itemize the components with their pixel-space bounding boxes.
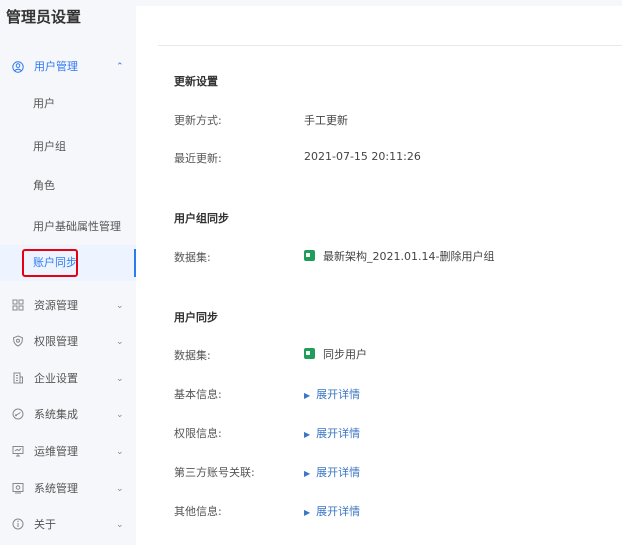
highlight-box	[22, 249, 78, 277]
third-party-label: 第三方账号关联:	[174, 466, 255, 479]
building-icon	[12, 361, 26, 397]
chevron-down-icon: ⌄	[116, 301, 124, 311]
sidebar-item-system-integration[interactable]: 系统集成 ⌄	[0, 397, 136, 433]
permission-info-expand-link[interactable]: ▶ 展开详情	[304, 425, 360, 441]
chevron-down-icon: ⌄	[116, 484, 124, 494]
sidebar-item-user-management[interactable]: 用户管理 ⌃	[0, 49, 136, 85]
sidebar-item-about[interactable]: 关于 ⌄	[0, 507, 136, 543]
integration-icon	[12, 397, 26, 433]
caret-right-icon: ▶	[304, 508, 311, 517]
sidebar-subitem-label: 用户组	[33, 140, 66, 153]
sidebar-item-permission-management[interactable]: 权限管理 ⌄	[0, 324, 136, 360]
caret-right-icon: ▶	[304, 391, 311, 400]
section-title-user-sync: 用户同步	[174, 311, 218, 324]
sidebar-item-label: 系统集成	[34, 408, 78, 421]
other-info-label: 其他信息:	[174, 505, 222, 518]
sidebar-item-label: 用户管理	[34, 60, 78, 73]
sidebar-item-label: 运维管理	[34, 445, 78, 458]
permission-info-label: 权限信息:	[174, 427, 222, 440]
group-dataset-value[interactable]: 最新架构_2021.01.14-删除用户组	[304, 248, 494, 264]
main-content: 更新设置 更新方式: 手工更新 最近更新: 2021-07-15 20:11:2…	[136, 0, 622, 545]
other-info-expand-link[interactable]: ▶ 展开详情	[304, 503, 360, 519]
basic-info-expand-link[interactable]: ▶ 展开详情	[304, 386, 360, 402]
expand-link-label: 展开详情	[316, 427, 361, 440]
monitor-icon	[12, 434, 26, 470]
expand-link-label: 展开详情	[316, 466, 361, 479]
chevron-down-icon: ⌄	[116, 520, 124, 530]
top-gutter	[136, 0, 622, 6]
sidebar-subitem-label: 用户基础属性管理	[33, 220, 121, 233]
update-method-label: 更新方式:	[174, 114, 222, 127]
last-update-value: 2021-07-15 20:11:26	[304, 150, 421, 163]
sidebar-title: 管理员设置	[6, 8, 82, 26]
caret-right-icon: ▶	[304, 469, 311, 478]
section-title-update-settings: 更新设置	[174, 75, 218, 88]
caret-right-icon: ▶	[304, 430, 311, 439]
info-icon	[12, 507, 26, 543]
expand-link-label: 展开详情	[316, 505, 361, 518]
dataset-icon	[304, 250, 315, 261]
last-update-label: 最近更新:	[174, 152, 222, 165]
sidebar-item-label: 关于	[34, 518, 56, 531]
sidebar-subitem-roles[interactable]: 角色	[0, 168, 136, 204]
sidebar-subitem-label: 用户	[33, 97, 55, 110]
group-dataset-name: 最新架构_2021.01.14-删除用户组	[323, 250, 495, 263]
grid-icon	[12, 288, 26, 324]
group-dataset-label: 数据集:	[174, 251, 211, 264]
chevron-down-icon: ⌄	[116, 447, 124, 457]
chevron-down-icon: ⌄	[116, 337, 124, 347]
section-title-group-sync: 用户组同步	[174, 212, 229, 225]
update-method-value: 手工更新	[304, 114, 348, 127]
sidebar-item-resource-management[interactable]: 资源管理 ⌄	[0, 288, 136, 324]
sidebar: 管理员设置 用户管理 ⌃ 用户 用户组 角色 用户基础属性管理 账户同步 资源管…	[0, 0, 136, 545]
divider	[158, 45, 622, 46]
third-party-expand-link[interactable]: ▶ 展开详情	[304, 464, 360, 480]
sidebar-item-label: 企业设置	[34, 372, 78, 385]
sidebar-subitem-user-attributes[interactable]: 用户基础属性管理	[0, 209, 136, 245]
sidebar-subitem-users[interactable]: 用户	[0, 86, 136, 122]
dataset-icon	[304, 348, 315, 359]
chevron-down-icon: ⌄	[116, 410, 124, 420]
expand-link-label: 展开详情	[316, 388, 361, 401]
basic-info-label: 基本信息:	[174, 388, 222, 401]
sidebar-item-system-management[interactable]: 系统管理 ⌄	[0, 471, 136, 507]
sidebar-item-label: 系统管理	[34, 482, 78, 495]
user-dataset-label: 数据集:	[174, 349, 211, 362]
chevron-down-icon: ⌄	[116, 374, 124, 384]
user-icon	[12, 49, 26, 85]
user-dataset-name: 同步用户	[323, 348, 367, 361]
chevron-up-icon: ⌃	[116, 62, 124, 72]
system-icon	[12, 471, 26, 507]
sidebar-item-label: 权限管理	[34, 335, 78, 348]
sidebar-item-ops-management[interactable]: 运维管理 ⌄	[0, 434, 136, 470]
user-dataset-value[interactable]: 同步用户	[304, 346, 367, 362]
sidebar-subitem-user-groups[interactable]: 用户组	[0, 129, 136, 165]
shield-icon	[12, 324, 26, 360]
sidebar-item-enterprise-settings[interactable]: 企业设置 ⌄	[0, 361, 136, 397]
sidebar-item-label: 资源管理	[34, 299, 78, 312]
sidebar-subitem-label: 角色	[33, 179, 55, 192]
